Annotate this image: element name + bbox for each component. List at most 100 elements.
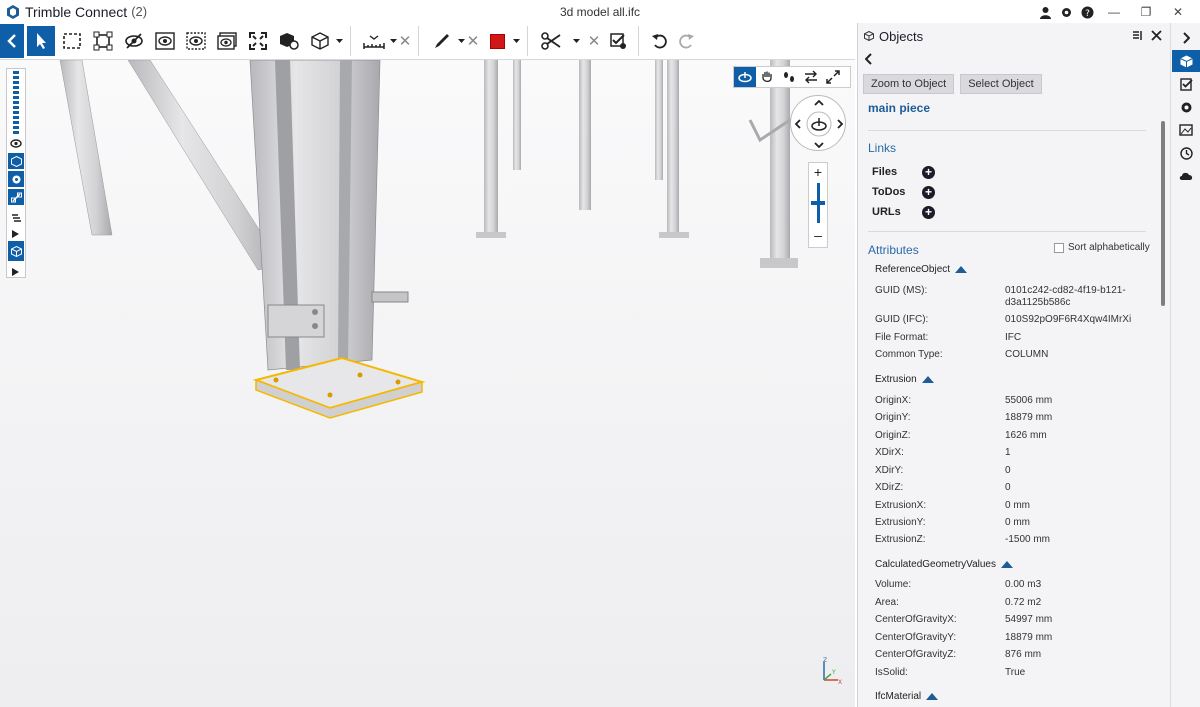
clear-measure-icon[interactable]: ✕	[398, 32, 412, 50]
zoom-out-button[interactable]: –	[809, 227, 827, 243]
minimize-button[interactable]: —	[1098, 3, 1130, 21]
select-tool-button[interactable]	[27, 26, 55, 56]
divider	[868, 130, 1146, 131]
collapse-triangle-icon[interactable]	[921, 376, 934, 383]
chevron-down-icon[interactable]	[388, 39, 398, 43]
models-icon[interactable]	[8, 153, 24, 169]
isolate-icon[interactable]	[182, 26, 210, 56]
cloud-tab-icon[interactable]	[1172, 165, 1200, 187]
object-name: main piece	[868, 101, 931, 115]
add-url-icon[interactable]: +	[922, 206, 935, 219]
panel-back-icon[interactable]	[864, 53, 877, 65]
group-ifcmaterial[interactable]: IfcMaterial	[875, 691, 939, 702]
attr-key: Area:	[875, 597, 899, 608]
help-icon[interactable]: ?	[1077, 3, 1098, 21]
view-cube-icon[interactable]	[306, 26, 334, 56]
navigation-wheel[interactable]	[790, 95, 846, 151]
checkbox-box[interactable]	[1054, 242, 1064, 253]
clear-section-icon[interactable]: ✕	[587, 32, 601, 50]
urls-link-row: URLs +	[872, 206, 935, 219]
redo-icon[interactable]	[673, 26, 701, 56]
walk-mode-icon[interactable]	[778, 67, 800, 87]
attr-value: 18879 mm	[1005, 632, 1053, 643]
chevron-down-icon[interactable]	[511, 39, 521, 43]
orbit-icon[interactable]	[734, 67, 756, 87]
close-panel-icon[interactable]	[1151, 30, 1162, 44]
zoom-to-object-button[interactable]: Zoom to Object	[863, 74, 955, 94]
eye-icon[interactable]	[8, 135, 24, 151]
objects-tab-icon[interactable]	[1172, 50, 1200, 72]
section-cut-icon[interactable]	[537, 26, 565, 56]
divider	[868, 231, 1146, 232]
pan-icon[interactable]	[756, 67, 778, 87]
markup-color-swatch[interactable]	[483, 26, 511, 56]
left-tool-strip	[6, 68, 26, 278]
collapse-toolbar-button[interactable]	[0, 24, 24, 58]
area-select-button[interactable]	[58, 26, 86, 56]
properties-tab-icon[interactable]	[1172, 96, 1200, 118]
attr-value: 0101c242-cd82-4f19-b121- d3a1125b586c	[1005, 285, 1145, 309]
expand-arrow-icon[interactable]	[12, 227, 20, 238]
todo-tab-icon[interactable]	[1172, 73, 1200, 95]
main-toolbar: ✕ ✕ ✕	[0, 23, 855, 60]
panel-scrollbar[interactable]	[1161, 121, 1165, 306]
zoom-handle[interactable]	[811, 201, 825, 205]
user-icon[interactable]	[1035, 3, 1056, 21]
fit-select-button[interactable]	[89, 26, 117, 56]
fit-to-view-icon[interactable]	[244, 26, 272, 56]
show-only-icon[interactable]	[151, 26, 179, 56]
fullscreen-icon[interactable]	[822, 67, 844, 87]
collapse-triangle-icon[interactable]	[955, 266, 968, 273]
collapse-triangle-icon[interactable]	[1001, 561, 1013, 568]
collapse-triangle-icon[interactable]	[926, 693, 939, 700]
object-set-icon[interactable]	[275, 26, 303, 56]
sort-alphabetically-checkbox[interactable]: Sort alphabetically	[1054, 242, 1150, 253]
group-extrusion[interactable]: Extrusion	[875, 374, 934, 385]
attr-key: XDirX:	[875, 447, 904, 458]
add-file-icon[interactable]: +	[922, 166, 935, 179]
add-todo-icon[interactable]: +	[922, 186, 935, 199]
markup-pen-icon[interactable]	[428, 26, 456, 56]
attr-key: OriginY:	[875, 412, 911, 423]
select-object-button[interactable]: Select Object	[960, 74, 1042, 94]
hierarchy-slider[interactable]	[13, 71, 19, 135]
settings-icon[interactable]	[8, 171, 24, 187]
nav-left-arrow-icon	[794, 119, 801, 129]
close-button[interactable]: ✕	[1162, 3, 1194, 21]
attr-key: ExtrusionX:	[875, 500, 927, 511]
measure-icon[interactable]	[360, 26, 388, 56]
expand-rail-icon[interactable]	[1172, 27, 1200, 49]
link-icon[interactable]	[8, 189, 24, 205]
undo-icon[interactable]	[645, 26, 673, 56]
project-count: (2)	[131, 4, 148, 19]
clash-check-icon[interactable]	[604, 26, 632, 56]
clear-markup-icon[interactable]: ✕	[466, 32, 480, 50]
restore-button[interactable]: ❐	[1130, 3, 1162, 21]
layers-icon[interactable]	[8, 241, 24, 261]
navigation-mode-strip	[733, 66, 851, 88]
show-all-icon[interactable]	[213, 26, 241, 56]
group-referenceobject[interactable]: ReferenceObject	[875, 264, 968, 275]
chevron-down-icon[interactable]	[456, 39, 466, 43]
3d-viewport[interactable]	[0, 60, 855, 707]
expand-arrow-icon[interactable]	[12, 265, 20, 276]
attr-value: 010S92pO9F6R4Xqw4IMrXi	[1005, 314, 1132, 325]
views-tab-icon[interactable]	[1172, 119, 1200, 141]
pin-panel-icon[interactable]	[1132, 30, 1143, 44]
hide-icon[interactable]	[120, 26, 148, 56]
gear-icon[interactable]	[1056, 3, 1077, 21]
attr-value: IFC	[1005, 332, 1022, 343]
svg-text:?: ?	[1085, 9, 1090, 19]
nav-up-arrow-icon	[814, 99, 824, 106]
zoom-in-button[interactable]: +	[809, 164, 827, 180]
chevron-down-icon[interactable]	[334, 39, 344, 43]
group-calculatedgeometryvalues[interactable]: CalculatedGeometryValues	[875, 559, 1013, 570]
nav-down-arrow-icon	[814, 142, 824, 149]
toolbar-divider	[418, 26, 419, 56]
zoom-control[interactable]: + –	[808, 162, 828, 248]
swap-icon[interactable]	[800, 67, 822, 87]
history-tab-icon[interactable]	[1172, 142, 1200, 164]
walk-icon[interactable]	[8, 209, 24, 225]
attr-value: 0.72 m2	[1005, 597, 1042, 608]
chevron-down-icon[interactable]	[571, 39, 581, 43]
